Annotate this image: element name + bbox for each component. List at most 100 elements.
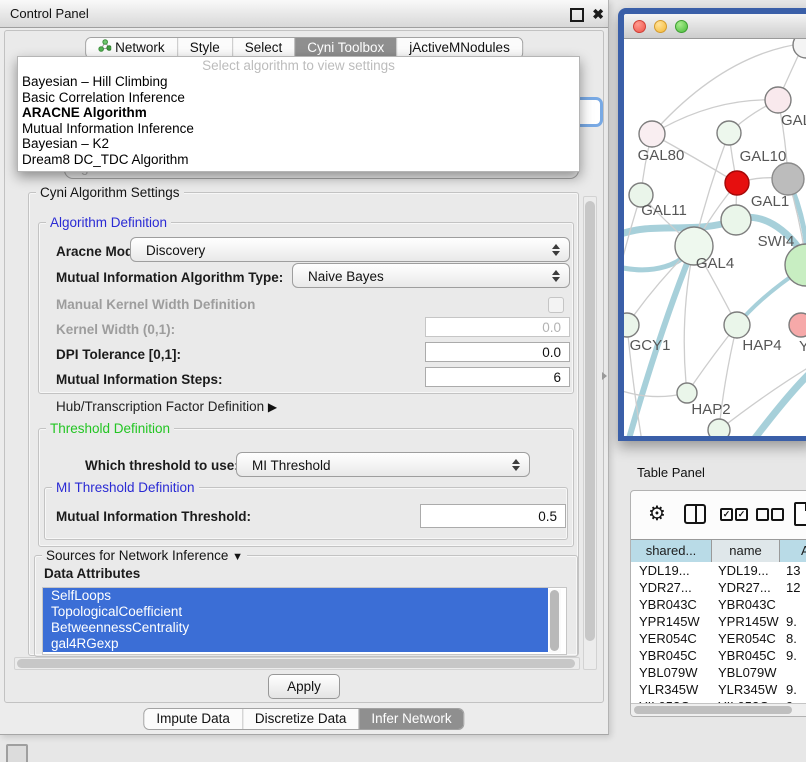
attributes-scrollbar[interactable] [549, 589, 561, 653]
network-edge[interactable] [752, 375, 806, 436]
dpi-tolerance-field[interactable]: 0.0 [425, 342, 570, 362]
table-cell[interactable]: YDR27... [639, 579, 711, 596]
attribute-item-betweennesscentrality[interactable]: BetweennessCentrality [43, 620, 548, 636]
dropdown-item-dream8-dc-tdc-algorithm[interactable]: Dream8 DC_TDC Algorithm [18, 152, 579, 168]
settings-vertical-scrollbar[interactable] [583, 196, 597, 670]
tab-network[interactable]: Network [86, 38, 177, 58]
network-node[interactable] [721, 205, 751, 235]
select-all-icon-2[interactable]: ✓ [735, 508, 748, 521]
dropdown-item-basic-correlation-inference[interactable]: Basic Correlation Inference [18, 90, 579, 106]
data-attributes-list[interactable]: SelfLoopsTopologicalCoefficientBetweenne… [42, 587, 567, 655]
apply-button[interactable]: Apply [268, 674, 340, 699]
column-header-shared-name[interactable]: shared... [631, 540, 712, 562]
which-threshold-combobox[interactable]: MI Threshold [236, 452, 530, 477]
column-header-clipped[interactable]: A [780, 540, 806, 562]
expand-right-icon[interactable]: ▶ [268, 400, 277, 414]
dock-panel-icon[interactable] [6, 744, 28, 762]
deselect-all-icon[interactable] [756, 508, 769, 521]
collapse-down-icon[interactable]: ▼ [232, 551, 243, 563]
dropdown-item-aracne-algorithm[interactable]: ARACNE Algorithm [18, 105, 579, 121]
table-cell[interactable] [786, 664, 806, 681]
aracne-mode-combobox[interactable]: Discovery [130, 237, 570, 262]
close-window-icon[interactable]: ✖ [592, 5, 604, 23]
table-cell[interactable]: YBR043C [718, 596, 779, 613]
network-node[interactable] [624, 313, 639, 337]
network-node[interactable] [725, 171, 749, 195]
network-node[interactable] [639, 121, 665, 147]
table-row[interactable]: YBL079W YBL079W [631, 664, 806, 681]
network-node[interactable] [789, 313, 806, 337]
kernel-width-field[interactable]: 0.0 [425, 317, 570, 337]
table-cell[interactable]: YBL079W [718, 664, 779, 681]
network-edge[interactable] [719, 369, 806, 430]
hub-definition-label[interactable]: Hub/Transcription Factor Definition ▶ [56, 399, 277, 414]
attributes-scrollbar-thumb[interactable] [550, 590, 559, 651]
attribute-item-selfloops[interactable]: SelfLoops [43, 588, 548, 604]
settings-vscroll-thumb[interactable] [585, 201, 595, 641]
table-cell[interactable]: YLR345W [639, 681, 711, 698]
table-cell[interactable]: 9. [786, 681, 806, 698]
close-button[interactable] [633, 20, 646, 33]
table-row[interactable]: YDR27... YDR27... 12 [631, 579, 806, 596]
attribute-item-topologicalcoefficient[interactable]: TopologicalCoefficient [43, 604, 548, 620]
float-window-icon[interactable] [570, 8, 584, 22]
table-cell[interactable]: YBR045C [718, 647, 779, 664]
table-cell[interactable] [786, 596, 806, 613]
splitter-arrow-icon[interactable] [602, 372, 607, 380]
mi-steps-field[interactable]: 6 [425, 367, 570, 387]
network-edge[interactable] [652, 100, 778, 134]
network-node[interactable] [793, 39, 806, 58]
table-cell[interactable]: YPR145W [639, 613, 711, 630]
tab-discretize-data[interactable]: Discretize Data [242, 709, 359, 729]
minimize-button[interactable] [654, 20, 667, 33]
document-icon[interactable] [794, 502, 806, 526]
table-row[interactable]: YBR043C YBR043C [631, 596, 806, 613]
columns-icon[interactable] [684, 504, 706, 524]
dropdown-item-bayesian-hill-climbing[interactable]: Bayesian – Hill Climbing [18, 74, 579, 90]
table-cell[interactable]: YER054C [639, 630, 711, 647]
manual-kernel-checkbox[interactable] [548, 297, 564, 313]
table-cell[interactable]: YDL19... [718, 562, 779, 579]
table-cell[interactable]: YBR043C [639, 596, 711, 613]
dropdown-item-bayesian-k2[interactable]: Bayesian – K2 [18, 136, 579, 152]
table-cell[interactable]: 13 [786, 562, 806, 579]
network-node[interactable] [772, 163, 804, 195]
mi-threshold-field[interactable]: 0.5 [420, 504, 566, 528]
deselect-all-icon-2[interactable] [771, 508, 784, 521]
select-all-icon[interactable]: ✓ [720, 508, 733, 521]
table-hscroll-thumb[interactable] [634, 706, 792, 714]
table-cell[interactable]: YLR345W [718, 681, 779, 698]
tab-jactivemnodules[interactable]: jActiveMNodules [396, 38, 522, 58]
mi-type-combobox[interactable]: Naive Bayes [292, 263, 570, 288]
table-row[interactable]: YDL19... YDL19... 13 [631, 562, 806, 579]
table-cell[interactable]: 12 [786, 579, 806, 596]
dropdown-item-mutual-information-inference[interactable]: Mutual Information Inference [18, 121, 579, 137]
table-row[interactable]: YPR145W YPR145W 9. [631, 613, 806, 630]
table-cell[interactable]: YER054C [718, 630, 779, 647]
network-node[interactable] [717, 121, 741, 145]
table-cell[interactable]: YBL079W [639, 664, 711, 681]
table-row[interactable]: YER054CYER054C8. [631, 630, 806, 647]
tab-infer-network[interactable]: Infer Network [358, 709, 463, 729]
settings-hscroll-thumb[interactable] [17, 659, 575, 668]
table-cell[interactable]: YDR27... [718, 579, 779, 596]
zoom-button[interactable] [675, 20, 688, 33]
table-cell[interactable]: YDL19... [639, 562, 711, 579]
table-cell[interactable]: 9. [786, 613, 806, 630]
table-cell[interactable]: YPR145W [718, 613, 779, 630]
network-node[interactable] [724, 312, 750, 338]
tab-select[interactable]: Select [232, 38, 295, 58]
table-row[interactable]: YBR045CYBR045C9. [631, 647, 806, 664]
network-graph[interactable]: GALGAL80GAL10GAL1GAL11GAL4SWI4GCY1HAP4YH… [624, 39, 806, 436]
tab-style[interactable]: Style [177, 38, 232, 58]
tab-cyni-toolbox[interactable]: Cyni Toolbox [294, 38, 396, 58]
network-node[interactable] [765, 87, 791, 113]
table-row[interactable]: YLR345W YLR345W 9. [631, 681, 806, 698]
attribute-item-gal4rgexp[interactable]: gal4RGexp [43, 636, 548, 652]
gear-icon[interactable]: ⚙ [648, 501, 666, 526]
table-horizontal-scrollbar[interactable] [631, 703, 806, 716]
table-cell[interactable]: YBR045C [639, 647, 711, 664]
tab-impute-data[interactable]: Impute Data [144, 709, 242, 729]
sources-title[interactable]: Sources for Network Inference ▼ [42, 548, 247, 563]
network-canvas[interactable]: GALGAL80GAL10GAL1GAL11GAL4SWI4GCY1HAP4YH… [624, 39, 806, 436]
